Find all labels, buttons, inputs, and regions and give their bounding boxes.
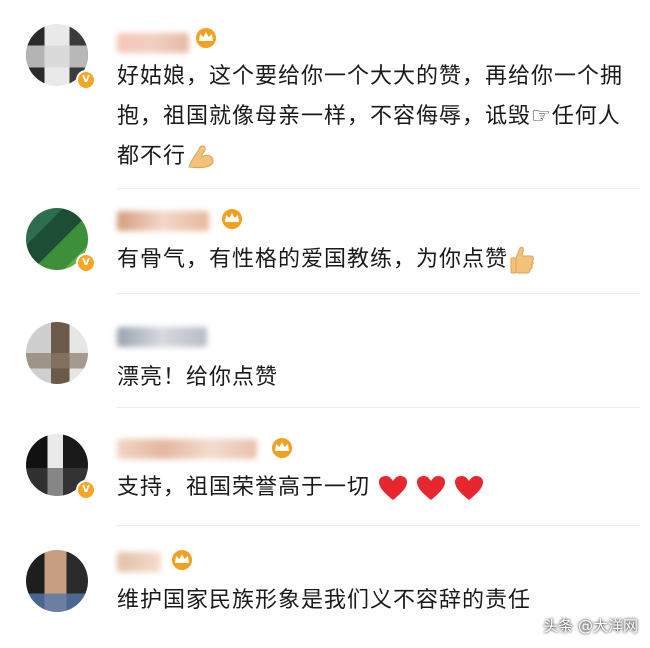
divider bbox=[117, 407, 640, 408]
comment-text: 支持，祖国荣誉高于一切 bbox=[117, 468, 627, 508]
comment-item: V 支持，祖国荣誉高于一切 bbox=[0, 410, 650, 530]
verified-badge-icon: V bbox=[76, 480, 96, 500]
thumbs-up-icon bbox=[510, 246, 534, 274]
red-heart-icon bbox=[455, 476, 484, 500]
divider bbox=[117, 188, 640, 189]
username-blurred[interactable] bbox=[117, 211, 209, 231]
comment-text: 有骨气，有性格的爱国教练，为你点赞 bbox=[117, 240, 627, 280]
red-heart-icon bbox=[417, 476, 446, 500]
username-blurred[interactable] bbox=[117, 327, 207, 347]
avatar[interactable] bbox=[26, 322, 88, 384]
watermark: 头条 @大洋网 bbox=[543, 617, 638, 635]
crown-badge-icon bbox=[196, 28, 216, 48]
username-blurred[interactable] bbox=[117, 33, 189, 53]
divider bbox=[117, 525, 640, 526]
comment-item: V 好姑娘，这个要给你一个大大的赞，再给你一个拥抱，祖国就像母亲一样，不容侮辱，… bbox=[0, 0, 650, 190]
comment-item: 漂亮！给你点赞 bbox=[0, 300, 650, 410]
comment-item: V 有骨气，有性格的爱国教练，为你点赞 bbox=[0, 190, 650, 300]
crown-badge-icon bbox=[172, 550, 192, 570]
red-heart-icon bbox=[379, 476, 408, 500]
avatar[interactable] bbox=[26, 550, 88, 612]
comment-text: 好姑娘，这个要给你一个大大的赞，再给你一个拥抱，祖国就像母亲一样，不容侮辱，诋毁… bbox=[117, 64, 624, 169]
flexed-biceps-icon bbox=[188, 145, 214, 169]
verified-badge-icon: V bbox=[76, 253, 96, 273]
username-blurred[interactable] bbox=[117, 552, 161, 572]
verified-badge-icon: V bbox=[76, 70, 96, 90]
divider bbox=[117, 293, 640, 294]
crown-badge-icon bbox=[272, 438, 292, 458]
username-blurred[interactable] bbox=[117, 439, 257, 459]
comment-text: 漂亮！给你点赞 bbox=[117, 365, 279, 390]
crown-badge-icon bbox=[222, 209, 242, 229]
